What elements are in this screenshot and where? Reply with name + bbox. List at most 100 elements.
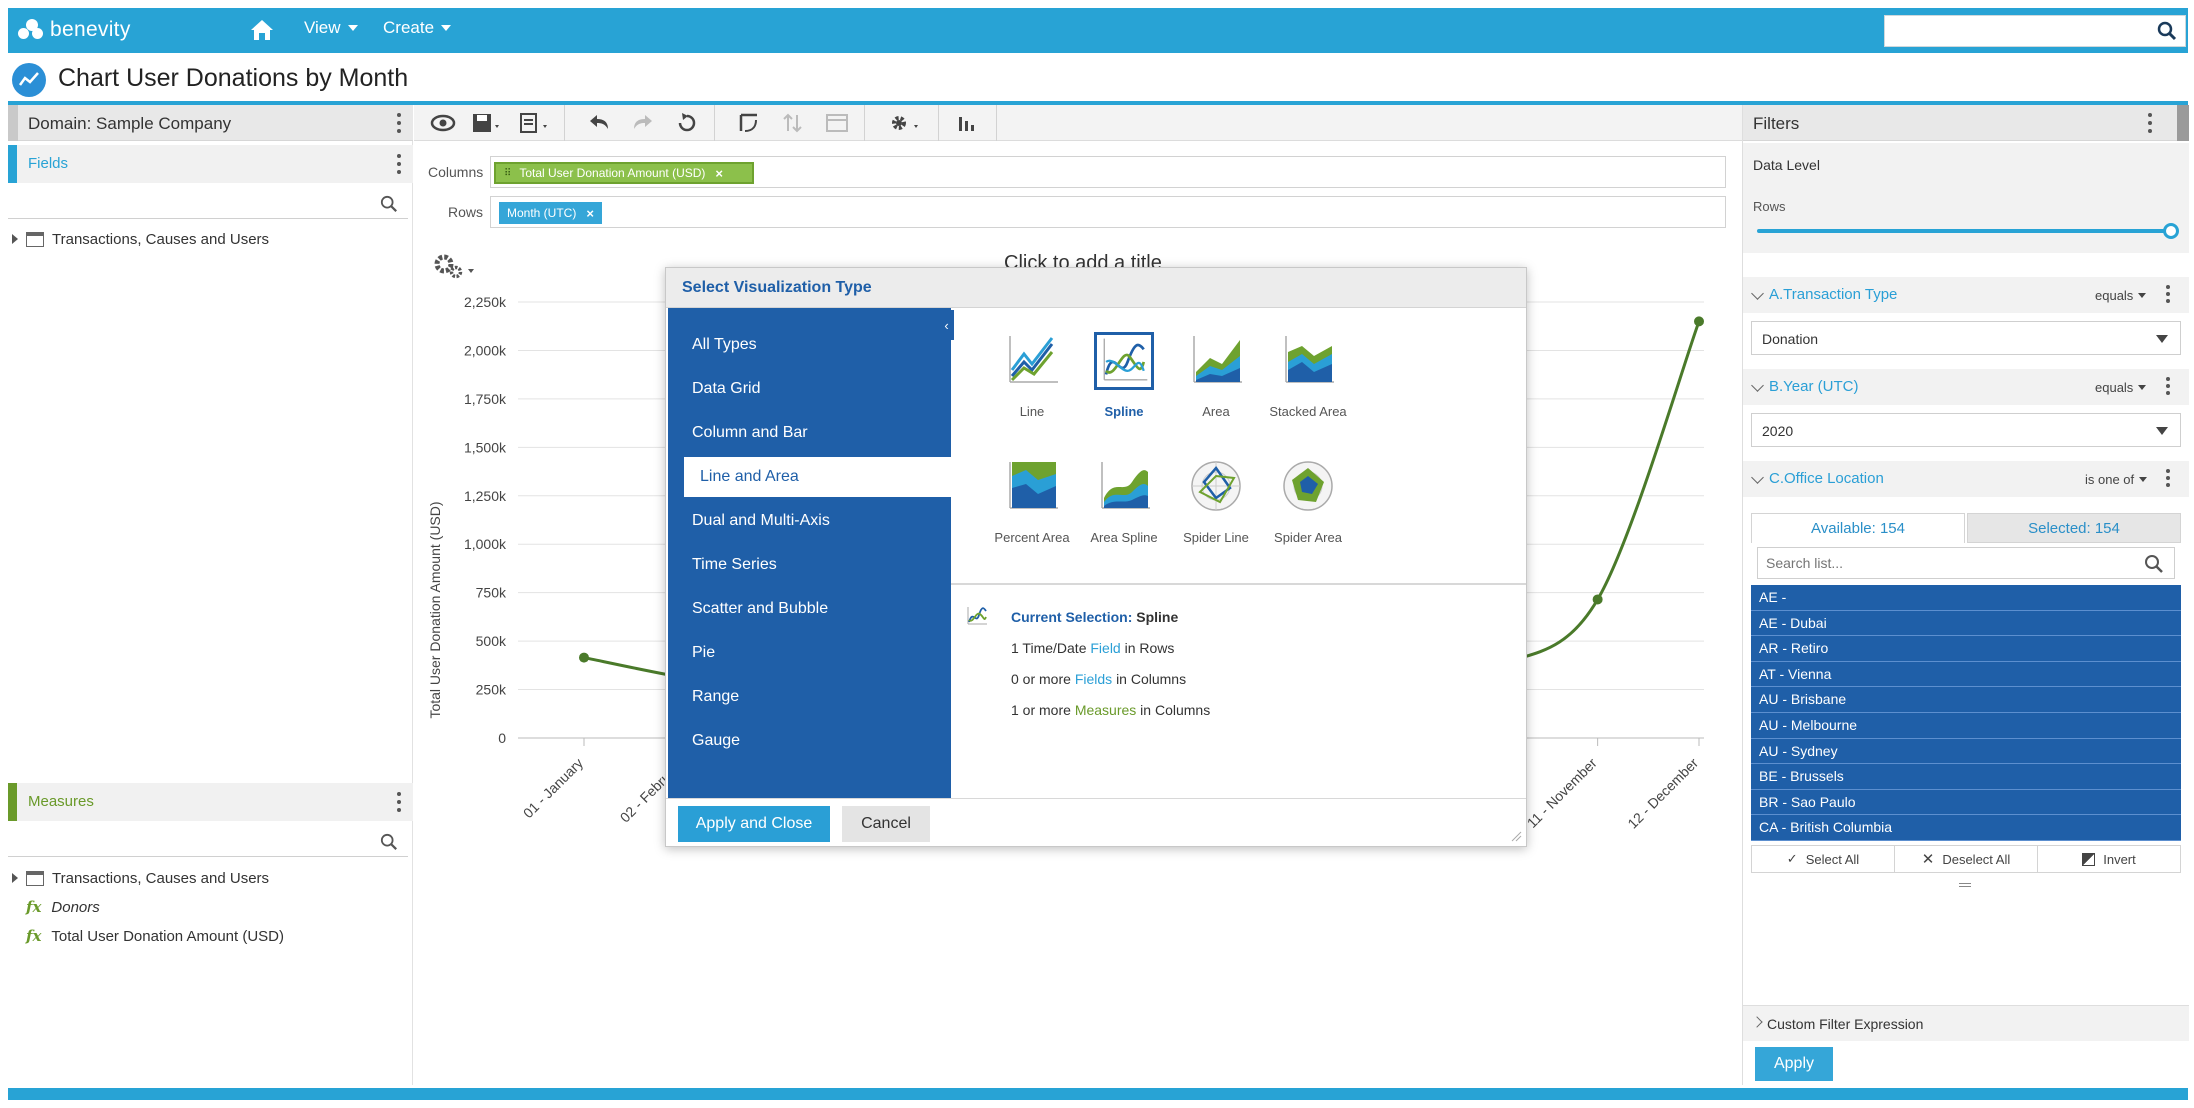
remove-pill-close-icon[interactable]: × (586, 206, 594, 221)
search-icon[interactable] (2157, 21, 2177, 41)
sort-icon[interactable] (780, 111, 806, 135)
collapse-left-panel-handle[interactable] (8, 105, 18, 141)
filter-office-location-header[interactable]: C.Office Location is one of (1743, 461, 2189, 497)
viz-spider-area[interactable]: Spider Area (1248, 444, 1368, 554)
save-icon[interactable] (470, 111, 504, 135)
global-search-input[interactable] (1885, 16, 2145, 46)
list-item[interactable]: AU - Sydney (1751, 738, 2181, 765)
filter-transaction-type-header[interactable]: A.Transaction Type equals (1743, 277, 2189, 313)
measures-section-header[interactable]: Measures (8, 783, 413, 821)
columns-shelf[interactable]: ⠿ Total User Donation Amount (USD) × (490, 156, 1726, 188)
list-item[interactable]: AE - Dubai (1751, 610, 2181, 637)
list-item[interactable]: AE - (1751, 585, 2181, 611)
category-column-bar[interactable]: Column and Bar (668, 413, 951, 453)
collapse-right-panel-handle[interactable] (2177, 105, 2189, 141)
selected-tab[interactable]: Selected: 154 (1967, 513, 2181, 543)
filter-operator-dropdown[interactable]: equals (2095, 380, 2147, 395)
columns-pill[interactable]: ⠿ Total User Donation Amount (USD) × (494, 162, 754, 184)
custom-filter-expression-header[interactable]: Custom Filter Expression (1743, 1005, 2189, 1041)
undo-icon[interactable] (586, 111, 612, 135)
preview-eye-icon[interactable] (430, 111, 456, 135)
filter-menu-kebab-icon[interactable] (2165, 285, 2171, 305)
list-item[interactable]: AT - Vienna (1751, 661, 2181, 688)
data-point[interactable] (1694, 316, 1704, 327)
redo-icon[interactable] (630, 111, 656, 135)
filter-menu-kebab-icon[interactable] (2165, 469, 2171, 489)
data-point[interactable] (579, 652, 589, 663)
fields-menu-kebab-icon[interactable] (396, 154, 402, 174)
expand-arrow-icon[interactable] (12, 873, 18, 883)
data-level-slider-handle[interactable] (2163, 223, 2179, 239)
category-all-types[interactable]: All Types (668, 325, 951, 365)
deselect-all-button[interactable]: ✕ Deselect All (1895, 846, 2038, 872)
category-range[interactable]: Range (668, 677, 951, 717)
category-label: Gauge (692, 732, 741, 749)
category-time-series[interactable]: Time Series (668, 545, 951, 585)
select-all-button[interactable]: ✓ Select All (1752, 846, 1895, 872)
filter-year-header[interactable]: B.Year (UTC) equals (1743, 369, 2189, 405)
dialog-header[interactable]: Select Visualization Type (666, 268, 1526, 308)
filter-menu-kebab-icon[interactable] (2165, 377, 2171, 397)
category-gauge[interactable]: Gauge (668, 721, 951, 761)
rows-shelf[interactable]: Month (UTC) × (490, 196, 1726, 228)
rows-pill[interactable]: Month (UTC) × (499, 202, 602, 224)
chevron-down-icon[interactable] (1751, 471, 1764, 484)
list-resize-grip-icon[interactable] (1959, 883, 1971, 887)
drag-handle-icon[interactable]: ⠿ (504, 168, 511, 179)
category-dual-multi-axis[interactable]: Dual and Multi-Axis (668, 501, 951, 541)
list-item[interactable]: AU - Melbourne (1751, 712, 2181, 739)
category-pie[interactable]: Pie (668, 633, 951, 673)
home-icon[interactable] (248, 17, 276, 43)
pivot-icon[interactable] (736, 111, 762, 135)
search-icon[interactable] (2144, 554, 2164, 574)
measures-tree-folder[interactable]: Transactions, Causes and Users (12, 867, 269, 889)
search-icon[interactable] (380, 833, 398, 851)
expand-arrow-icon[interactable] (12, 234, 18, 244)
export-icon[interactable] (518, 111, 552, 135)
measure-item-total-donation[interactable]: fx Total User Donation Amount (USD) (8, 925, 284, 947)
fields-section-header[interactable]: Fields (8, 145, 413, 183)
cancel-button[interactable]: Cancel (842, 806, 930, 842)
view-menu[interactable]: View (304, 18, 358, 38)
data-level-slider[interactable] (1757, 229, 2169, 233)
domain-menu-kebab-icon[interactable] (396, 113, 402, 133)
fields-search-input[interactable] (8, 189, 368, 217)
revert-icon[interactable] (674, 111, 700, 135)
create-menu[interactable]: Create (383, 18, 452, 38)
filters-menu-kebab-icon[interactable] (2147, 113, 2153, 133)
chevron-down-icon[interactable] (1751, 379, 1764, 392)
viz-stacked-area[interactable]: Stacked Area (1248, 318, 1368, 428)
filter-operator-dropdown[interactable]: is one of (2085, 472, 2148, 487)
transaction-type-select[interactable]: Donation (1751, 321, 2181, 355)
search-icon[interactable] (380, 195, 398, 213)
list-item[interactable]: CA - British Columbia (1751, 815, 2181, 841)
layout-icon[interactable] (824, 111, 850, 135)
invert-button[interactable]: Invert (2038, 846, 2180, 872)
available-tab[interactable]: Available: 154 (1751, 513, 1965, 543)
measure-item-donors[interactable]: fx Donors (8, 896, 100, 918)
list-item[interactable]: BE - Brussels (1751, 764, 2181, 790)
benevity-logo[interactable]: benevity (18, 16, 131, 44)
resize-grip-icon[interactable] (1510, 830, 1522, 842)
collapse-menu-chevron-left-icon[interactable]: ‹ (939, 310, 954, 340)
category-line-area[interactable]: Line and Area (684, 457, 951, 497)
category-scatter-bubble[interactable]: Scatter and Bubble (668, 589, 951, 629)
settings-gear-icon[interactable] (888, 111, 924, 135)
chart-type-icon[interactable] (954, 111, 980, 135)
measures-menu-kebab-icon[interactable] (396, 792, 402, 812)
year-select[interactable]: 2020 (1751, 413, 2181, 447)
measures-search-input[interactable] (8, 827, 368, 855)
chevron-down-icon[interactable] (1751, 287, 1764, 300)
category-data-grid[interactable]: Data Grid (668, 369, 951, 409)
list-item[interactable]: BR - Sao Paulo (1751, 789, 2181, 816)
apply-and-close-button[interactable]: Apply and Close (678, 806, 830, 842)
data-point[interactable] (1592, 594, 1603, 605)
apply-filters-button[interactable]: Apply (1755, 1047, 1833, 1081)
filter-operator-dropdown[interactable]: equals (2095, 288, 2147, 303)
remove-pill-close-icon[interactable]: × (715, 166, 723, 181)
fields-tree-folder[interactable]: Transactions, Causes and Users (12, 228, 269, 250)
measures-label: Measures (28, 793, 94, 810)
location-search-input[interactable] (1758, 548, 2118, 578)
list-item[interactable]: AR - Retiro (1751, 636, 2181, 662)
list-item[interactable]: AU - Brisbane (1751, 687, 2181, 713)
